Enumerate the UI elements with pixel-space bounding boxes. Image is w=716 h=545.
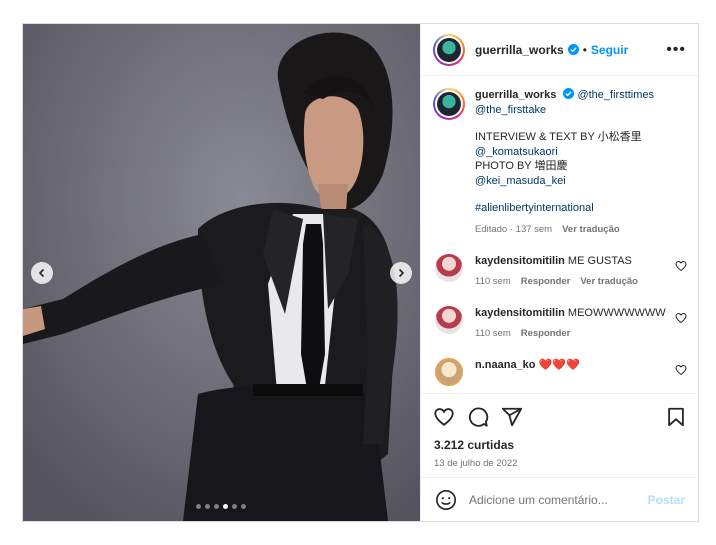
post-comment-button[interactable]: Postar	[648, 493, 685, 507]
post-header: guerrilla_works • Seguir •••	[421, 24, 698, 76]
post-date[interactable]: 13 de julho de 2022	[421, 452, 699, 469]
likes-count[interactable]: 3.212 curtidas	[421, 430, 699, 452]
next-slide-button[interactable]	[390, 262, 412, 284]
commenter-avatar[interactable]	[435, 254, 463, 282]
post-image[interactable]	[23, 24, 420, 521]
comment-meta: 110 sem Responder Ver tradução	[475, 275, 675, 289]
emoji-icon[interactable]	[435, 489, 457, 511]
caption-avatar[interactable]	[433, 88, 465, 120]
comment-username[interactable]: n.naana_ko	[475, 359, 536, 371]
action-bar	[421, 394, 699, 430]
caption-username[interactable]: guerrilla_works	[475, 89, 556, 101]
heart-icon[interactable]	[675, 312, 687, 324]
hashtag-link[interactable]: #alienlibertyinternational	[475, 202, 594, 214]
mention-link[interactable]: @kei_masuda_kei	[475, 175, 566, 187]
post-actions: 3.212 curtidas 13 de julho de 2022 Posta…	[421, 393, 699, 521]
comment-item: kaydensitomitilin ME GUSTAS 110 sem Respo…	[433, 254, 687, 289]
caption-block: guerrilla_works @the_firsttimes @the_fir…	[433, 88, 687, 237]
edited-label: Editado · 137 sem	[475, 223, 553, 235]
carousel-dot	[214, 504, 219, 509]
follow-button[interactable]: Seguir	[591, 43, 628, 57]
comment-meta: 110 sem Responder	[475, 327, 675, 341]
like-heart-icon[interactable]	[433, 406, 455, 428]
author-username[interactable]: guerrilla_works	[475, 43, 564, 57]
mention-link[interactable]: @_komatsukaori	[475, 146, 558, 158]
share-icon[interactable]	[501, 406, 523, 428]
heart-icon[interactable]	[675, 364, 687, 376]
comment-text: ME GUSTAS	[567, 255, 632, 267]
comments-list[interactable]: guerrilla_works @the_firsttimes @the_fir…	[421, 76, 699, 393]
translate-link[interactable]: Ver tradução	[562, 224, 620, 235]
comment-input[interactable]	[469, 492, 648, 507]
post-side-panel: guerrilla_works • Seguir ••• guerrilla_w…	[420, 24, 699, 521]
previous-slide-button[interactable]	[31, 262, 53, 284]
commenter-avatar[interactable]	[435, 306, 463, 334]
comment-composer: Postar	[421, 477, 699, 521]
comment-username[interactable]: kaydensitomitilin	[475, 307, 565, 319]
carousel-dot	[232, 504, 237, 509]
comment-username[interactable]: kaydensitomitilin	[475, 255, 565, 267]
save-bookmark-icon[interactable]	[665, 406, 687, 428]
reply-button[interactable]: Responder	[521, 328, 571, 339]
more-options-button[interactable]: •••	[666, 41, 686, 59]
caption-line: INTERVIEW & TEXT BY 小松香里	[475, 131, 642, 143]
mention-link[interactable]: @the_firsttimes	[577, 89, 654, 101]
carousel-dot	[223, 504, 228, 509]
reply-button[interactable]: Responder	[521, 276, 571, 287]
photo-illustration	[23, 24, 420, 521]
comment-time: 110 sem	[475, 328, 511, 339]
comment-item: n.naana_ko ❤️❤️❤️	[433, 358, 687, 386]
chevron-right-icon	[398, 268, 405, 278]
verified-badge-icon	[567, 44, 579, 55]
chevron-left-icon	[38, 268, 45, 278]
comment-item: kaydensitomitilin MEOWWWWWWW 110 sem Resp…	[433, 306, 687, 341]
translate-link[interactable]: Ver tradução	[580, 276, 638, 287]
heart-icon[interactable]	[675, 260, 687, 272]
mention-link[interactable]: @the_firsttake	[475, 104, 546, 116]
carousel-dot	[205, 504, 210, 509]
caption-meta: Editado · 137 sem Ver tradução	[475, 223, 685, 238]
comment-text: MEOWWWWWWW	[567, 307, 666, 319]
commenter-avatar[interactable]	[435, 358, 463, 386]
carousel-dot	[196, 504, 201, 509]
author-avatar[interactable]	[433, 33, 465, 66]
caption-line: PHOTO BY 増田慶	[475, 160, 568, 172]
caption-text: guerrilla_works @the_firsttimes @the_fir…	[475, 88, 685, 237]
carousel-dot	[241, 504, 246, 509]
verified-badge-icon	[563, 88, 575, 99]
comment-text: ❤️❤️❤️	[538, 359, 580, 371]
comment-icon[interactable]	[467, 406, 489, 428]
separator: •	[582, 42, 587, 57]
comment-time: 110 sem	[475, 276, 511, 287]
post-dialog: guerrilla_works • Seguir ••• guerrilla_w…	[22, 23, 699, 522]
carousel-indicator	[196, 504, 246, 509]
